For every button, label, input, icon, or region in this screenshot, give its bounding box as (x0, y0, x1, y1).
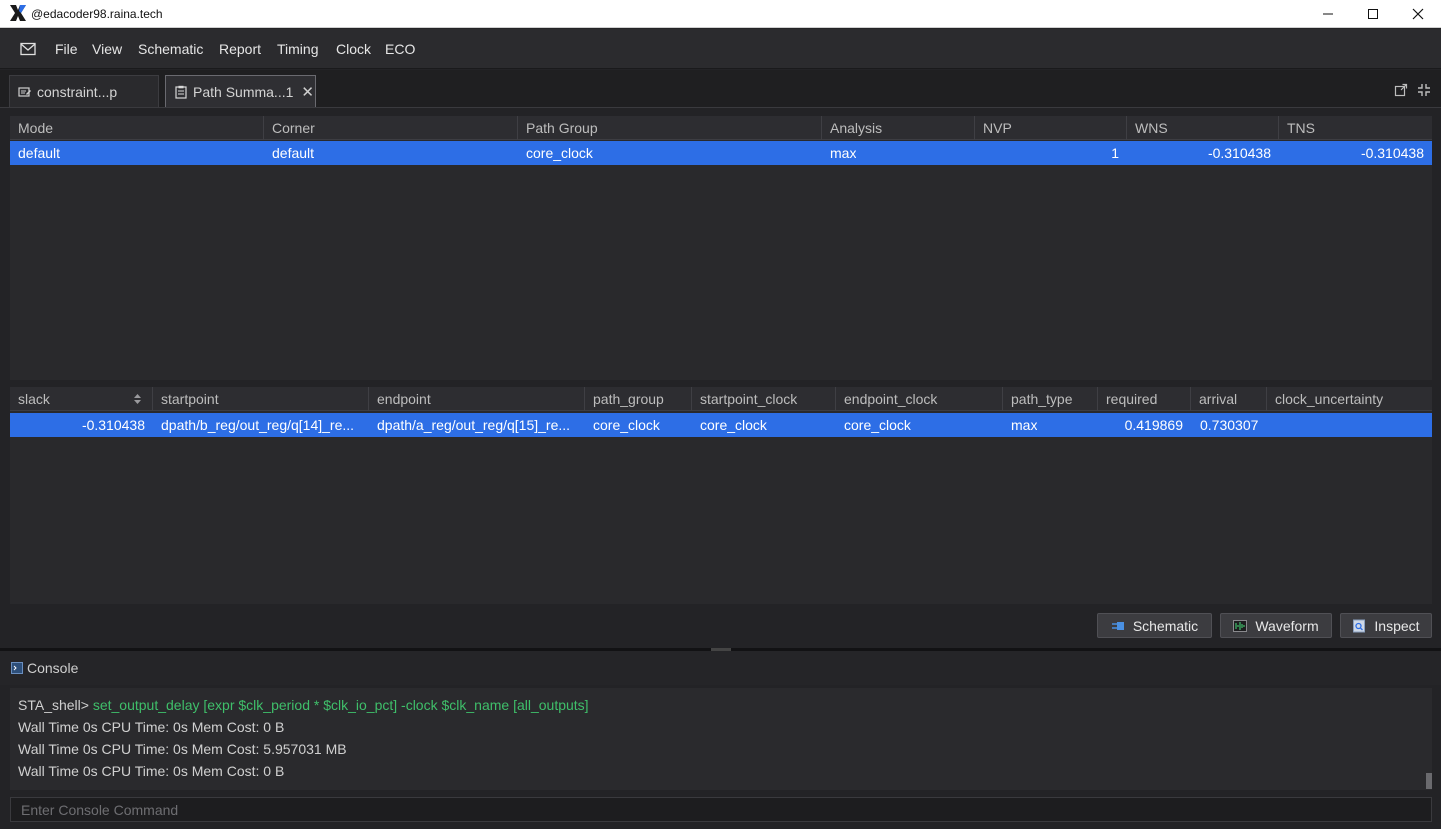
column-header-required[interactable]: required (1098, 387, 1191, 411)
inspect-icon (1353, 619, 1366, 632)
schematic-button[interactable]: Schematic (1097, 613, 1212, 638)
column-header-slack[interactable]: slack (10, 387, 153, 411)
cell-slack: -0.310438 (81, 417, 145, 433)
cell-mode: default (18, 145, 61, 161)
console-title: Console (27, 660, 79, 676)
button-label: Inspect (1374, 617, 1420, 634)
console-prompt: STA_shell> (18, 697, 89, 713)
cell-startpoint-clock: core_clock (700, 417, 767, 433)
console-output-line: Wall Time 0s CPU Time: 0s Mem Cost: 0 B (18, 719, 285, 735)
table-row[interactable]: -0.310438 dpath/b_reg/out_reg/q[14]_re..… (10, 413, 1432, 437)
cell-endpoint-clock: core_clock (844, 417, 911, 433)
column-header-mode[interactable]: Mode (10, 116, 264, 140)
column-header-startpoint-clock[interactable]: startpoint_clock (692, 387, 836, 411)
menu-clock[interactable]: Clock (336, 41, 371, 57)
collapse-icon[interactable] (1417, 83, 1431, 97)
maximize-button[interactable] (1350, 0, 1396, 28)
minimize-icon (1323, 13, 1333, 15)
maximize-icon (1368, 9, 1378, 19)
inspect-button[interactable]: Inspect (1340, 613, 1432, 638)
sort-icon (134, 394, 141, 404)
table-header: Mode Corner Path Group Analysis NVP WNS … (10, 116, 1432, 140)
column-header-path-group[interactable]: path_group (585, 387, 692, 411)
cell-startpoint: dpath/b_reg/out_reg/q[14]_re... (161, 417, 355, 433)
console-output-line: Wall Time 0s CPU Time: 0s Mem Cost: 0 B (18, 763, 285, 779)
cell-path-group: core_clock (593, 417, 660, 433)
waveform-icon (1233, 619, 1248, 632)
cell-tns: -0.310438 (1360, 145, 1424, 161)
tab-constraint[interactable]: constraint...p (9, 75, 159, 107)
menu-eco[interactable]: ECO (385, 41, 415, 57)
column-header-analysis[interactable]: Analysis (822, 116, 975, 140)
console-command-line: STA_shell> set_output_delay [expr $clk_p… (18, 697, 589, 713)
column-header-wns[interactable]: WNS (1127, 116, 1279, 140)
cell-wns: -0.310438 (1207, 145, 1271, 161)
title-bar: @edacoder98.raina.tech (0, 0, 1441, 28)
console-output: STA_shell> set_output_delay [expr $clk_p… (10, 688, 1432, 790)
console-output-line: Wall Time 0s CPU Time: 0s Mem Cost: 5.95… (18, 741, 347, 757)
menu-schematic[interactable]: Schematic (138, 41, 203, 57)
app-logo-icon (10, 5, 26, 21)
column-header-startpoint[interactable]: startpoint (153, 387, 369, 411)
minimize-button[interactable] (1305, 0, 1351, 28)
menu-bar: File View Schematic Report Timing Clock … (0, 29, 1441, 69)
cell-arrival: 0.730307 (1200, 417, 1259, 433)
console-header: Console (0, 651, 1441, 685)
tab-bar: constraint...p Path Summa...1 ✕ (0, 70, 1441, 108)
column-header-endpoint-clock[interactable]: endpoint_clock (836, 387, 1003, 411)
cell-analysis: max (830, 145, 857, 161)
column-label: slack (18, 391, 50, 407)
column-header-endpoint[interactable]: endpoint (369, 387, 585, 411)
table-row[interactable]: default default core_clock max 1 -0.3104… (10, 141, 1432, 165)
column-header-path-group[interactable]: Path Group (518, 116, 822, 140)
schematic-icon (1111, 621, 1124, 630)
column-header-arrival[interactable]: arrival (1191, 387, 1267, 411)
tab-label: constraint...p (37, 83, 118, 100)
mail-icon[interactable] (20, 42, 36, 56)
close-icon (1412, 8, 1424, 20)
column-header-path-type[interactable]: path_type (1003, 387, 1098, 411)
column-header-nvp[interactable]: NVP (975, 116, 1127, 140)
console-icon (11, 662, 23, 674)
window-title: @edacoder98.raina.tech (31, 7, 163, 21)
cell-corner: default (272, 145, 315, 161)
console-scrollbar[interactable] (1426, 773, 1432, 789)
table-header: slack startpoint endpoint path_group sta… (10, 387, 1432, 411)
path-group-summary-table: Mode Corner Path Group Analysis NVP WNS … (10, 116, 1432, 380)
cell-required: 0.419869 (1124, 417, 1183, 433)
cell-path-type: max (1011, 417, 1038, 433)
button-label: Waveform (1255, 617, 1319, 634)
column-header-clock-uncertainty[interactable]: clock_uncertainty (1267, 387, 1432, 411)
popout-icon[interactable] (1394, 83, 1408, 97)
close-window-button[interactable] (1395, 0, 1441, 28)
menu-report[interactable]: Report (219, 41, 261, 57)
cell-endpoint: dpath/a_reg/out_reg/q[15]_re... (377, 417, 571, 433)
cell-nvp: 1 (1111, 145, 1119, 161)
edit-doc-icon (18, 86, 31, 97)
waveform-button[interactable]: Waveform (1220, 613, 1332, 638)
menu-view[interactable]: View (92, 41, 122, 57)
console-command-input[interactable] (10, 797, 1432, 822)
console-command: set_output_delay [expr $clk_period * $cl… (92, 697, 589, 713)
column-header-tns[interactable]: TNS (1279, 116, 1432, 140)
tab-close-icon[interactable]: ✕ (301, 83, 314, 101)
column-header-corner[interactable]: Corner (264, 116, 518, 140)
clipboard-icon (175, 85, 187, 99)
menu-file[interactable]: File (55, 41, 78, 57)
timing-paths-table: slack startpoint endpoint path_group sta… (10, 387, 1432, 604)
tab-path-summary[interactable]: Path Summa...1 ✕ (165, 75, 316, 107)
button-label: Schematic (1132, 617, 1199, 634)
menu-timing[interactable]: Timing (277, 41, 319, 57)
cell-path-group: core_clock (526, 145, 593, 161)
tab-label: Path Summa...1 (193, 83, 294, 100)
